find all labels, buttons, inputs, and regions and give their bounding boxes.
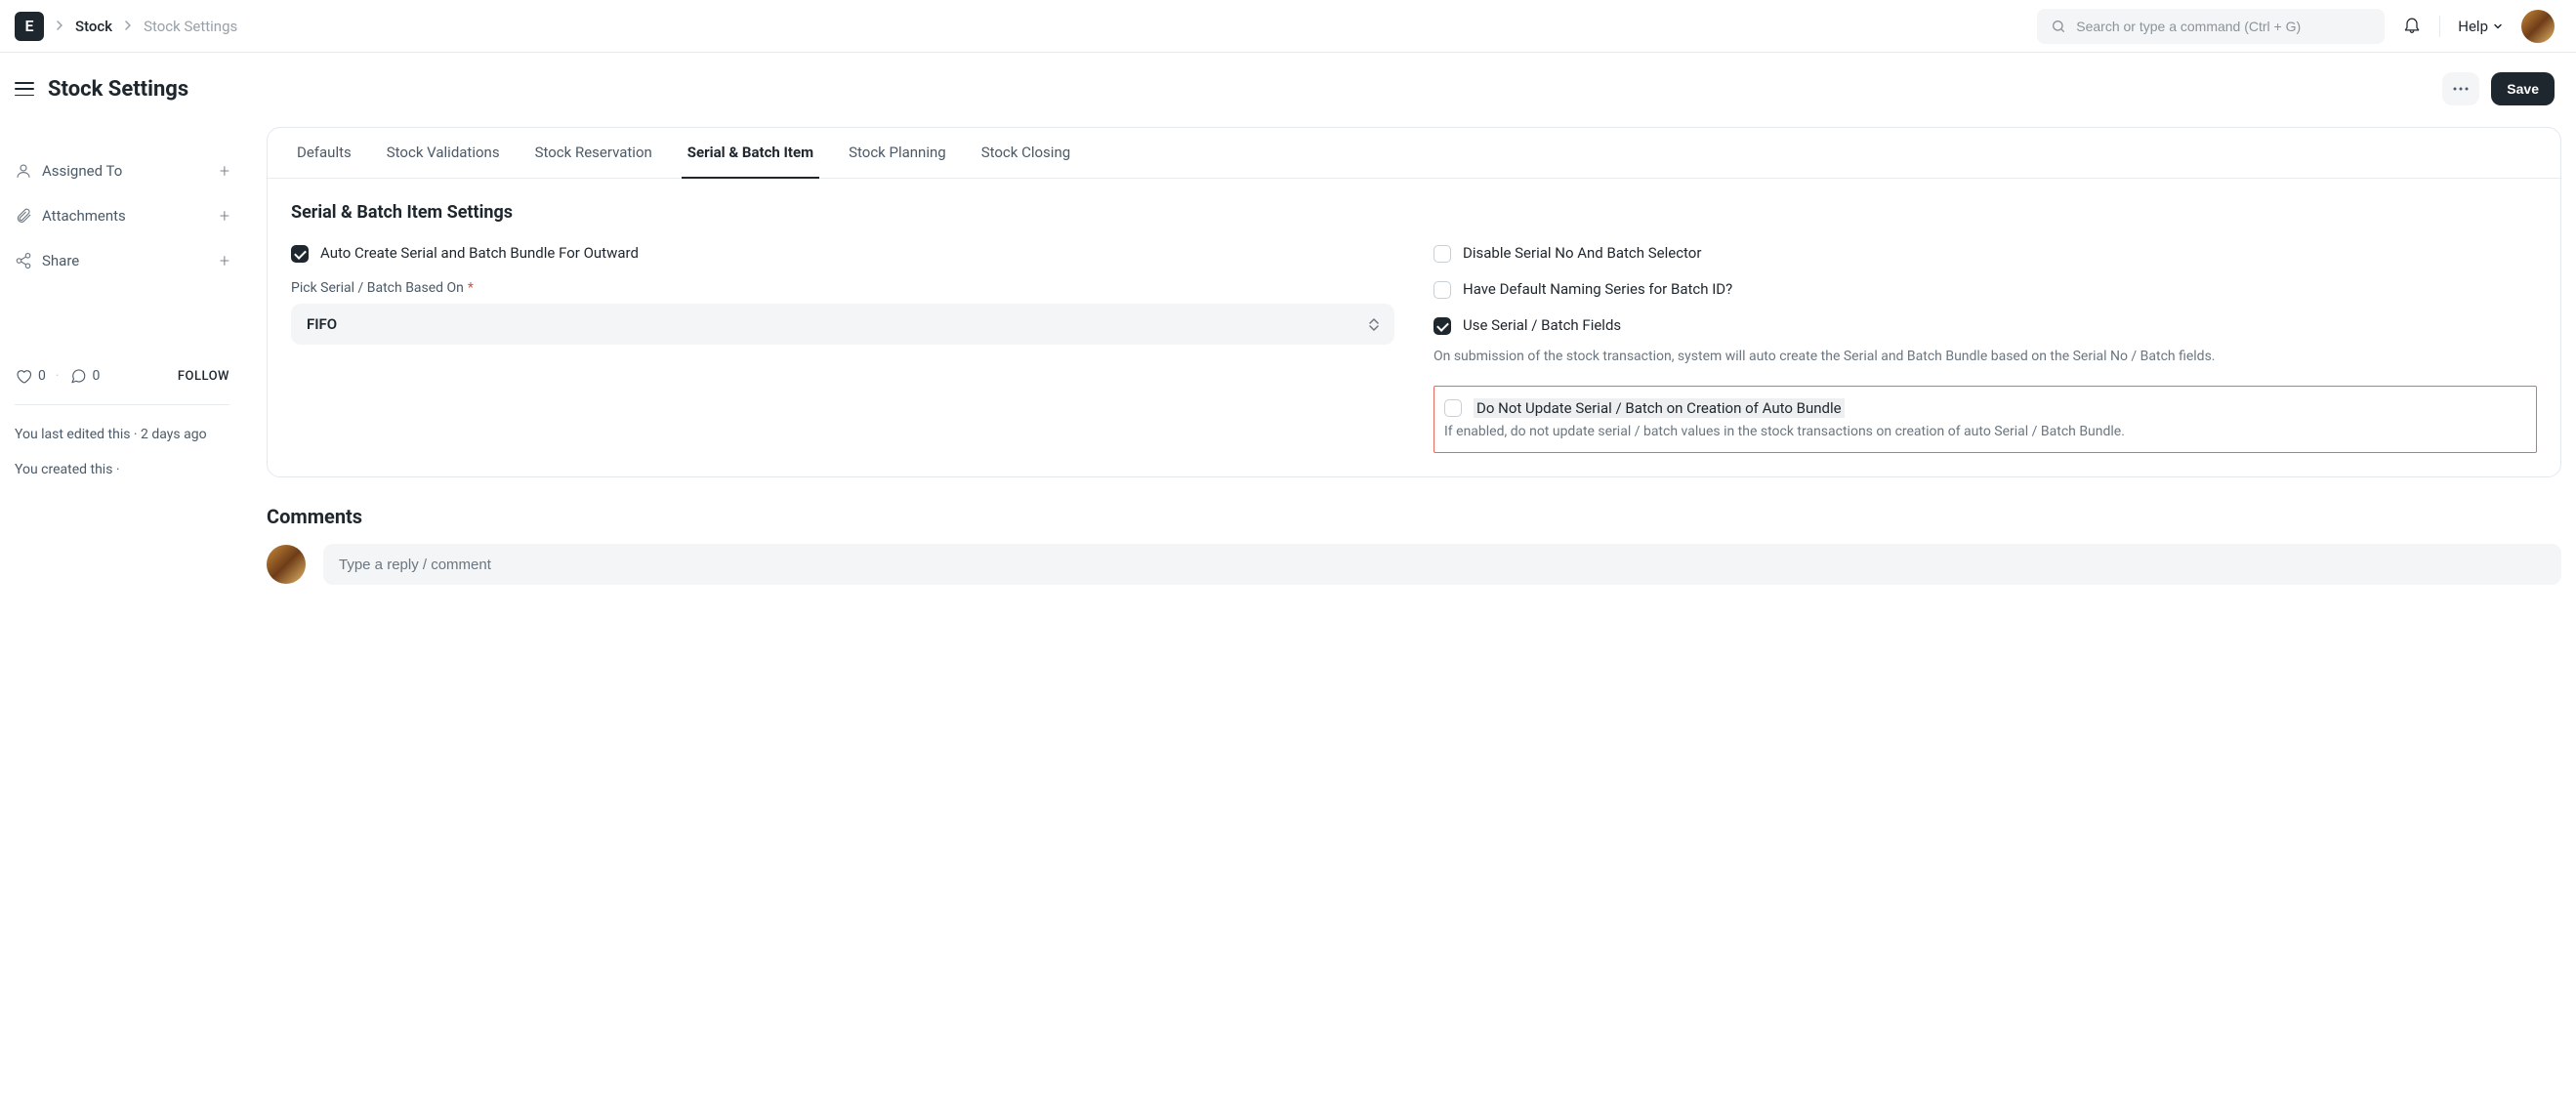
sidebar-share[interactable]: Share + bbox=[15, 242, 229, 279]
comments-section: Comments bbox=[267, 505, 2561, 585]
select-pick-serial-batch[interactable]: FIFO bbox=[291, 304, 1394, 345]
like-count: 0 bbox=[38, 368, 46, 384]
user-avatar[interactable] bbox=[2521, 10, 2555, 43]
highlighted-setting: Do Not Update Serial / Batch on Creation… bbox=[1433, 386, 2537, 454]
ellipsis-icon bbox=[2453, 87, 2469, 91]
page-title: Stock Settings bbox=[48, 77, 188, 102]
sidebar-attachments-label: Attachments bbox=[42, 207, 126, 225]
label-disable-selector: Disable Serial No And Batch Selector bbox=[1463, 244, 1701, 262]
notifications-icon[interactable] bbox=[2402, 15, 2422, 38]
checkbox-disable-selector[interactable] bbox=[1433, 245, 1451, 263]
checkbox-use-serial-batch-fields[interactable] bbox=[1433, 317, 1451, 335]
plus-icon[interactable]: + bbox=[220, 251, 229, 271]
main-content: Defaults Stock Validations Stock Reserva… bbox=[229, 119, 2561, 585]
select-value: FIFO bbox=[307, 315, 337, 333]
divider bbox=[15, 404, 229, 405]
tab-stock-reservation[interactable]: Stock Reservation bbox=[529, 128, 658, 179]
select-arrows-icon bbox=[1369, 318, 1379, 331]
chevron-down-icon bbox=[2492, 21, 2504, 32]
sidebar-share-label: Share bbox=[42, 252, 79, 269]
tabs: Defaults Stock Validations Stock Reserva… bbox=[268, 128, 2560, 179]
label-default-naming: Have Default Naming Series for Batch ID? bbox=[1463, 280, 1732, 298]
comment-count: 0 bbox=[93, 368, 101, 384]
section-title: Serial & Batch Item Settings bbox=[291, 202, 2537, 223]
breadcrumbs: Stock Stock Settings bbox=[56, 18, 237, 35]
help-label: Help bbox=[2458, 18, 2488, 35]
plus-icon[interactable]: + bbox=[220, 161, 229, 182]
plus-icon[interactable]: + bbox=[220, 206, 229, 227]
label-pick-serial-batch: Pick Serial / Batch Based On* bbox=[291, 280, 1394, 296]
comment-input[interactable] bbox=[339, 557, 2546, 573]
user-icon bbox=[15, 162, 32, 180]
divider bbox=[2439, 16, 2440, 37]
tab-stock-planning[interactable]: Stock Planning bbox=[843, 128, 952, 179]
search-input[interactable] bbox=[2076, 19, 2371, 34]
more-actions-button[interactable] bbox=[2442, 72, 2479, 105]
menu-toggle-icon[interactable] bbox=[15, 82, 34, 96]
app-logo[interactable]: E bbox=[15, 12, 44, 41]
paperclip-icon bbox=[15, 207, 32, 225]
label-auto-create-bundle: Auto Create Serial and Batch Bundle For … bbox=[320, 244, 639, 262]
sidebar-attachments[interactable]: Attachments + bbox=[15, 197, 229, 234]
tab-stock-closing[interactable]: Stock Closing bbox=[976, 128, 1076, 179]
breadcrumb-current: Stock Settings bbox=[144, 18, 237, 35]
share-icon bbox=[15, 252, 32, 269]
search-icon bbox=[2051, 19, 2066, 34]
page-header: Stock Settings Save bbox=[0, 53, 2576, 119]
global-search[interactable] bbox=[2037, 9, 2385, 44]
tab-defaults[interactable]: Defaults bbox=[291, 128, 357, 179]
label-use-serial-batch-fields: Use Serial / Batch Fields bbox=[1463, 316, 1621, 334]
comment-icon bbox=[69, 367, 87, 385]
tab-serial-batch-item[interactable]: Serial & Batch Item bbox=[682, 128, 819, 179]
comments-title: Comments bbox=[267, 505, 2561, 528]
form-card: Defaults Stock Validations Stock Reserva… bbox=[267, 127, 2561, 477]
checkbox-default-naming[interactable] bbox=[1433, 281, 1451, 299]
save-button[interactable]: Save bbox=[2491, 72, 2555, 105]
comment-input-wrapper[interactable] bbox=[323, 544, 2561, 585]
comment-avatar bbox=[267, 545, 306, 584]
sidebar-assigned-to-label: Assigned To bbox=[42, 162, 122, 180]
heart-icon bbox=[15, 367, 32, 385]
help-use-serial-batch-fields: On submission of the stock transaction, … bbox=[1433, 347, 2537, 368]
help-do-not-update: If enabled, do not update serial / batch… bbox=[1444, 422, 2526, 443]
sidebar-assigned-to[interactable]: Assigned To + bbox=[15, 152, 229, 189]
tab-stock-validations[interactable]: Stock Validations bbox=[381, 128, 506, 179]
navbar: E Stock Stock Settings Help bbox=[0, 0, 2576, 53]
help-dropdown[interactable]: Help bbox=[2458, 18, 2504, 35]
checkbox-auto-create-bundle[interactable] bbox=[291, 245, 309, 263]
chevron-right-icon bbox=[56, 18, 63, 35]
created-meta: You created this · bbox=[15, 460, 229, 481]
checkbox-do-not-update[interactable] bbox=[1444, 399, 1462, 417]
chevron-right-icon bbox=[124, 18, 132, 35]
like-counter[interactable]: 0 bbox=[15, 367, 46, 385]
breadcrumb-stock[interactable]: Stock bbox=[75, 18, 112, 35]
comment-counter[interactable]: 0 bbox=[69, 367, 101, 385]
follow-button[interactable]: FOLLOW bbox=[178, 369, 229, 384]
form-sidebar: Assigned To + Attachments + Share + 0 · bbox=[15, 119, 229, 585]
last-edited-meta: You last edited this · 2 days ago bbox=[15, 425, 229, 446]
label-do-not-update: Do Not Update Serial / Batch on Creation… bbox=[1474, 398, 1845, 418]
